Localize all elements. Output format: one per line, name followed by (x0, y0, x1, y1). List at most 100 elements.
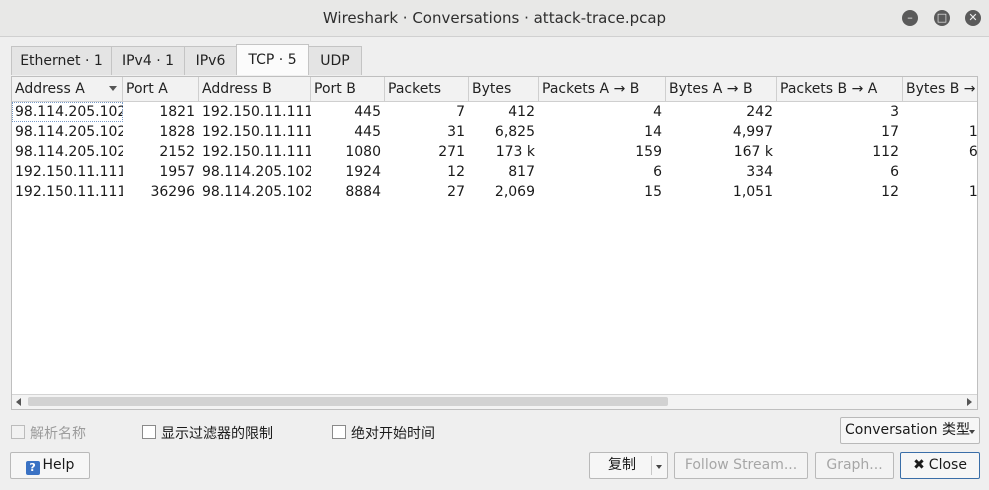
table-row[interactable]: 192.150.11.111 36296 98.114.205.102 8884… (12, 182, 977, 202)
cell-bytes[interactable]: 6,825 (469, 122, 539, 142)
horizontal-scrollbar[interactable] (12, 394, 977, 409)
window-title: Wireshark · Conversations · attack-trace… (322, 9, 667, 27)
column-header-address-b[interactable]: Address B (199, 77, 311, 101)
chevron-down-icon[interactable] (656, 465, 662, 469)
maximize-icon[interactable]: □ (934, 10, 950, 26)
help-icon: ? (25, 461, 40, 475)
tab-ethernet[interactable]: Ethernet · 1 (11, 46, 112, 75)
close-button[interactable]: ✖ Close (900, 452, 980, 479)
tab-udp[interactable]: UDP (308, 46, 362, 75)
column-header-bytes-b-a[interactable]: Bytes B → A (903, 77, 977, 101)
tab-tcp[interactable]: TCP · 5 (236, 44, 309, 75)
title-bar: Wireshark · Conversations · attack-trace… (0, 0, 989, 37)
cell-packets-a-b[interactable]: 15 (539, 182, 666, 202)
help-button[interactable]: ? Help (10, 452, 90, 479)
cell-bytes-a-b[interactable]: 334 (666, 162, 777, 182)
cell-address-b[interactable]: 98.114.205.102 (199, 162, 311, 182)
cell-packets[interactable]: 12 (385, 162, 469, 182)
sort-descending-icon (109, 86, 117, 91)
cell-packets[interactable]: 27 (385, 182, 469, 202)
cell-packets-a-b[interactable]: 159 (539, 142, 666, 162)
cell-packets-b-a[interactable]: 112 (777, 142, 903, 162)
cell-port-b[interactable]: 1924 (311, 162, 385, 182)
column-header-address-a[interactable]: Address A (12, 77, 123, 101)
column-header-port-a[interactable]: Port A (123, 77, 199, 101)
follow-stream-button[interactable]: Follow Stream... (674, 452, 808, 479)
cell-bytes-a-b[interactable]: 167 k (666, 142, 777, 162)
cell-bytes-a-b[interactable]: 1,051 (666, 182, 777, 202)
cell-port-a[interactable]: 36296 (123, 182, 199, 202)
column-header-bytes-a-b[interactable]: Bytes A → B (666, 77, 777, 101)
column-header-port-b[interactable]: Port B (311, 77, 385, 101)
scrollbar-thumb[interactable] (28, 397, 668, 406)
cell-packets-b-a[interactable]: 6 (777, 162, 903, 182)
cell-packets[interactable]: 7 (385, 102, 469, 122)
limit-to-filter-checkbox[interactable] (142, 425, 156, 439)
cell-port-b[interactable]: 8884 (311, 182, 385, 202)
cell-bytes-a-b[interactable]: 4,997 (666, 122, 777, 142)
cell-packets[interactable]: 31 (385, 122, 469, 142)
cell-address-b[interactable]: 192.150.11.111 (199, 122, 311, 142)
cell-bytes-b-a[interactable]: 6,000 (903, 142, 977, 162)
cell-port-b[interactable]: 445 (311, 122, 385, 142)
cell-port-b[interactable]: 1080 (311, 142, 385, 162)
cell-bytes[interactable]: 412 (469, 102, 539, 122)
tab-ipv6[interactable]: IPv6 (184, 46, 237, 75)
cell-packets-a-b[interactable]: 6 (539, 162, 666, 182)
conversation-type-label: Conversation 类型 (845, 422, 971, 438)
table-row[interactable]: 98.114.205.102 1821 192.150.11.111 445 7… (12, 102, 977, 122)
copy-button-divider (651, 456, 652, 475)
cell-port-a[interactable]: 2152 (123, 142, 199, 162)
cell-bytes[interactable]: 2,069 (469, 182, 539, 202)
cell-bytes[interactable]: 817 (469, 162, 539, 182)
cell-bytes-b-a[interactable]: 483 (903, 162, 977, 182)
close-icon: ✖ (913, 457, 925, 473)
table-row[interactable]: 192.150.11.111 1957 98.114.205.102 1924 … (12, 162, 977, 182)
graph-button[interactable]: Graph... (815, 452, 894, 479)
cell-bytes-b-a[interactable]: 1,828 (903, 122, 977, 142)
cell-address-b[interactable]: 192.150.11.111 (199, 142, 311, 162)
absolute-time-checkbox[interactable] (332, 425, 346, 439)
conversation-type-dropdown[interactable]: Conversation 类型 (840, 417, 980, 444)
column-header-bytes[interactable]: Bytes (469, 77, 539, 101)
cell-bytes-a-b[interactable]: 242 (666, 102, 777, 122)
cell-packets-a-b[interactable]: 14 (539, 122, 666, 142)
cell-port-a[interactable]: 1828 (123, 122, 199, 142)
column-header-packets-a-b[interactable]: Packets A → B (539, 77, 666, 101)
cell-address-a[interactable]: 192.150.11.111 (12, 162, 123, 182)
minimize-icon[interactable]: – (902, 10, 918, 26)
cell-address-b[interactable]: 192.150.11.111 (199, 102, 311, 122)
cell-port-a[interactable]: 1957 (123, 162, 199, 182)
copy-button[interactable]: 复制 (589, 452, 668, 479)
tab-ipv4[interactable]: IPv4 · 1 (111, 46, 185, 75)
close-icon[interactable]: ✕ (965, 10, 981, 26)
cell-packets-b-a[interactable]: 17 (777, 122, 903, 142)
cell-address-a[interactable]: 98.114.205.102 (12, 122, 123, 142)
limit-to-filter-label[interactable]: 显示过滤器的限制 (161, 423, 273, 443)
scroll-left-icon[interactable] (16, 398, 21, 406)
cell-port-a[interactable]: 1821 (123, 102, 199, 122)
cell-address-a[interactable]: 98.114.205.102 (12, 102, 123, 122)
column-header-packets[interactable]: Packets (385, 77, 469, 101)
chevron-down-icon (969, 430, 975, 434)
cell-address-b[interactable]: 98.114.205.102 (199, 182, 311, 202)
table-row[interactable]: 98.114.205.102 1828 192.150.11.111 445 3… (12, 122, 977, 142)
copy-label: 复制 (608, 457, 636, 473)
table-row[interactable]: 98.114.205.102 2152 192.150.11.111 1080 … (12, 142, 977, 162)
cell-address-a[interactable]: 192.150.11.111 (12, 182, 123, 202)
column-header-packets-b-a[interactable]: Packets B → A (777, 77, 903, 101)
cell-packets[interactable]: 271 (385, 142, 469, 162)
cell-packets-b-a[interactable]: 3 (777, 102, 903, 122)
cell-port-b[interactable]: 445 (311, 102, 385, 122)
cell-bytes-b-a[interactable]: 1,018 (903, 182, 977, 202)
cell-bytes-b-a[interactable]: 170 (903, 102, 977, 122)
table-header: Address A Port A Address B Port B Packet… (12, 77, 977, 102)
cell-address-a[interactable]: 98.114.205.102 (12, 142, 123, 162)
resolve-names-label: 解析名称 (30, 426, 86, 442)
conversation-table[interactable]: Address A Port A Address B Port B Packet… (11, 76, 978, 410)
cell-bytes[interactable]: 173 k (469, 142, 539, 162)
cell-packets-a-b[interactable]: 4 (539, 102, 666, 122)
cell-packets-b-a[interactable]: 12 (777, 182, 903, 202)
absolute-time-label[interactable]: 绝对开始时间 (351, 423, 435, 443)
scroll-right-icon[interactable] (967, 398, 972, 406)
